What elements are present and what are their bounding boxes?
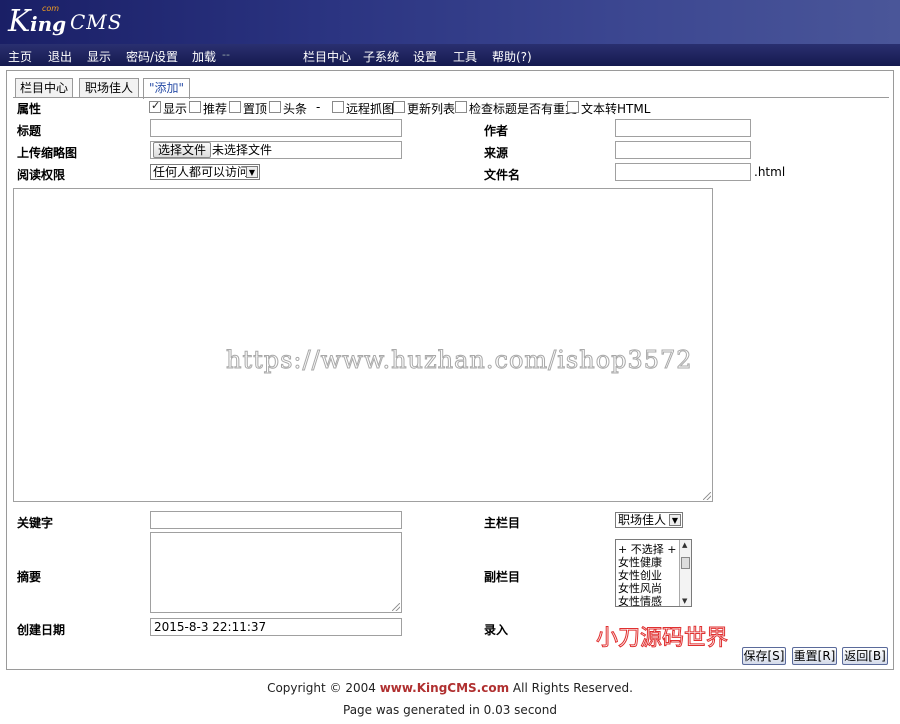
permission-label: 阅读权限 xyxy=(17,168,66,182)
keywords-input[interactable] xyxy=(150,511,402,529)
scroll-up-icon[interactable]: ▲ xyxy=(682,541,687,549)
sub-column-listbox[interactable]: + 不选择 + 女性健康 女性创业 女性风尚 女性情感 ▲ ▼ xyxy=(615,539,692,607)
copyright-prefix: Copyright © 2004 xyxy=(267,681,380,695)
checkbox-recommend-label: 推荐 xyxy=(203,102,228,116)
list-item[interactable]: 女性情感 xyxy=(618,593,662,606)
footer-copyright: Copyright © 2004 www.KingCMS.com All Rig… xyxy=(0,681,900,695)
checkbox-text-to-html-label: 文本转HTML xyxy=(581,102,651,116)
file-upload-field: 选择文件 未选择文件 xyxy=(150,141,402,159)
checkbox-display-label: 显示 xyxy=(163,102,188,116)
scroll-down-icon[interactable]: ▼ xyxy=(682,597,687,605)
nav-help[interactable]: 帮助(?) xyxy=(492,48,532,65)
resize-grip-icon[interactable] xyxy=(392,603,400,611)
footer-brand-link[interactable]: www.KingCMS.com xyxy=(380,681,509,695)
logo-cms: CMS xyxy=(70,10,123,34)
summary-label: 摘要 xyxy=(17,570,42,584)
checkbox-update-list-label: 更新列表 xyxy=(407,102,456,116)
author-label: 作者 xyxy=(484,124,509,138)
checkbox-check-duplicate-label: 检查标题是否有重复 xyxy=(469,102,578,116)
choose-file-button[interactable]: 选择文件 xyxy=(153,142,212,158)
title-input[interactable] xyxy=(150,119,402,137)
keywords-label: 关键字 xyxy=(17,516,54,530)
checkbox-recommend[interactable] xyxy=(189,101,201,113)
footer-generated: Page was generated in 0.03 second xyxy=(343,703,557,717)
nav-column-center[interactable]: 栏目中心 xyxy=(303,48,351,65)
main-nav: 主页 退出 显示 密码/设置 加载 -- 栏目中心 子系统 设置 工具 帮助(?… xyxy=(0,44,900,66)
nav-separator: -- xyxy=(222,48,230,61)
save-button[interactable]: 保存[S] xyxy=(742,647,786,665)
thumbnail-label: 上传缩略图 xyxy=(17,146,78,160)
chevron-down-icon: ▼ xyxy=(669,514,681,526)
sub-column-label: 副栏目 xyxy=(484,570,521,584)
filename-input[interactable] xyxy=(615,163,751,181)
checkbox-sticky[interactable] xyxy=(229,101,241,113)
checkbox-remote-image[interactable] xyxy=(332,101,344,113)
back-button[interactable]: 返回[B] xyxy=(842,647,888,665)
tab-add[interactable]: "添加" xyxy=(143,78,190,99)
checkbox-display[interactable] xyxy=(149,99,161,113)
scrollbar-thumb[interactable] xyxy=(681,557,690,569)
created-date-input[interactable]: 2015-8-3 22:11:37 xyxy=(150,618,402,636)
tab-workplace-beauty[interactable]: 职场佳人 xyxy=(79,78,139,98)
nav-display[interactable]: 显示 xyxy=(87,48,111,65)
checkbox-headline-label: 头条 xyxy=(283,102,308,116)
permission-select-value: 任何人都可以访问 xyxy=(153,165,250,179)
checkbox-text-to-html[interactable] xyxy=(567,101,579,113)
nav-settings[interactable]: 设置 xyxy=(413,48,437,65)
stamp-text: 小刀源码世界 xyxy=(595,626,729,652)
checkbox-sticky-label: 置顶 xyxy=(243,102,268,116)
app-header: K com ing CMS xyxy=(0,0,900,44)
nav-home[interactable]: 主页 xyxy=(8,48,32,65)
copyright-suffix: All Rights Reserved. xyxy=(509,681,633,695)
main-column-label: 主栏目 xyxy=(484,516,521,530)
nav-load[interactable]: 加载 xyxy=(192,48,216,65)
permission-select[interactable]: 任何人都可以访问 ▼ xyxy=(150,164,260,180)
filename-extension: .html xyxy=(754,165,786,179)
source-label: 来源 xyxy=(484,146,509,160)
nav-subsystem[interactable]: 子系统 xyxy=(363,48,399,65)
title-label: 标题 xyxy=(17,124,42,138)
nav-logout[interactable]: 退出 xyxy=(48,48,72,65)
checkbox-check-duplicate[interactable] xyxy=(455,101,467,113)
nav-password-settings[interactable]: 密码/设置 xyxy=(126,48,178,65)
watermark-text: https://www.huzhan.com/ishop3572 xyxy=(226,346,693,375)
entry-label: 录入 xyxy=(484,623,509,637)
filename-label: 文件名 xyxy=(484,168,521,182)
nav-tools[interactable]: 工具 xyxy=(453,48,477,65)
reset-button[interactable]: 重置[R] xyxy=(792,647,837,665)
listbox-scrollbar[interactable]: ▲ ▼ xyxy=(679,540,691,606)
checkbox-headline[interactable] xyxy=(269,101,281,113)
summary-textarea[interactable] xyxy=(150,532,402,613)
chevron-down-icon: ▼ xyxy=(246,166,258,178)
attr-label: 属性 xyxy=(17,102,42,116)
logo-k: K xyxy=(8,4,31,39)
created-date-label: 创建日期 xyxy=(17,623,66,637)
main-column-select[interactable]: 职场佳人 ▼ xyxy=(615,512,683,528)
tab-column-center[interactable]: 栏目中心 xyxy=(15,78,73,98)
kingcms-logo[interactable]: K com ing CMS xyxy=(8,4,128,40)
content-editor[interactable] xyxy=(13,188,713,502)
file-status-text: 未选择文件 xyxy=(212,143,273,157)
source-input[interactable] xyxy=(615,141,751,159)
attr-dash: - xyxy=(316,100,321,114)
checkbox-remote-image-label: 远程抓图 xyxy=(346,102,395,116)
logo-ing: ing xyxy=(30,12,67,36)
checkbox-update-list[interactable] xyxy=(393,101,405,113)
author-input[interactable] xyxy=(615,119,751,137)
main-column-select-value: 职场佳人 xyxy=(618,513,667,527)
resize-grip-icon[interactable] xyxy=(703,492,711,500)
